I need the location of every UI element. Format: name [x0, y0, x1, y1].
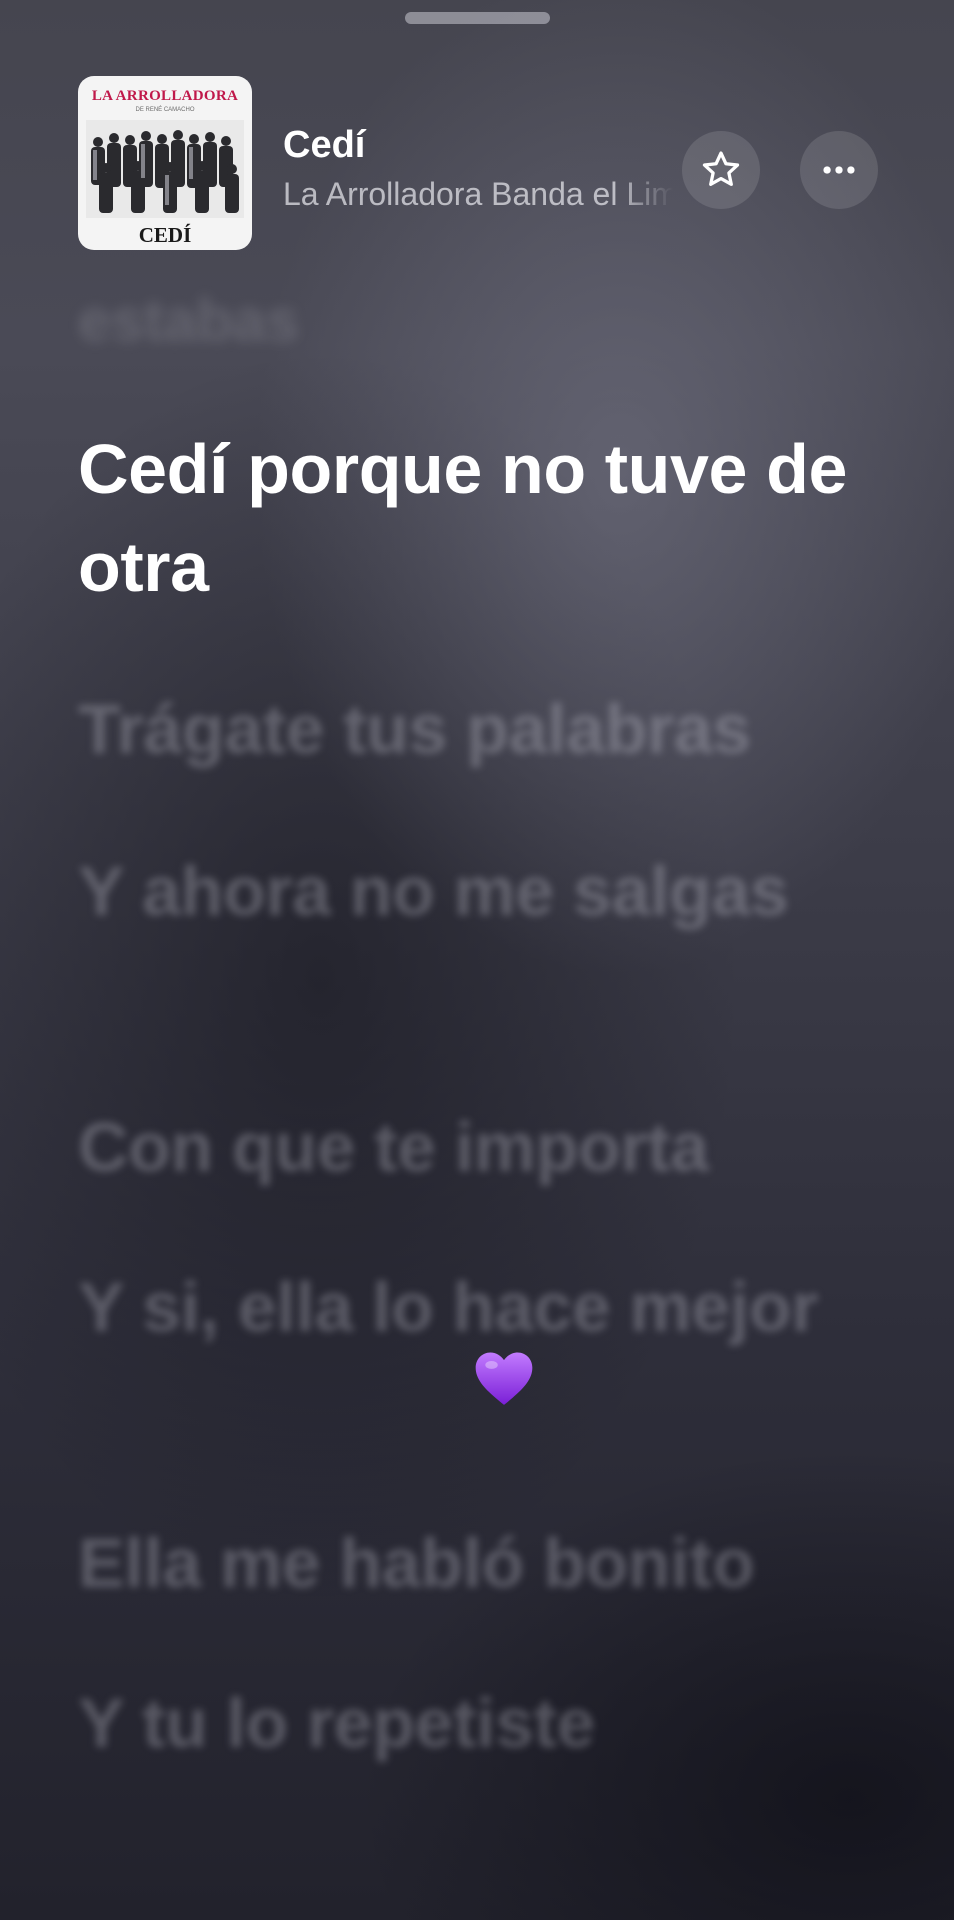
cover-subtitle-text: DE RENÉ CAMACHO	[135, 107, 195, 113]
cover-title-text: CEDÍ	[138, 223, 192, 247]
lyric-line[interactable]: Ella me habló bonito	[78, 1514, 878, 1612]
lyric-line-current[interactable]: Cedí porque no tuve de otra	[78, 420, 878, 616]
song-title[interactable]: Cedí	[283, 124, 365, 167]
lyric-line[interactable]: Trágate tus palabras	[78, 680, 878, 778]
star-icon	[702, 151, 740, 186]
favorite-button[interactable]	[682, 131, 760, 209]
lyric-line[interactable]: Y tu lo repetiste	[78, 1674, 878, 1772]
ellipsis-icon	[823, 166, 855, 174]
album-cover[interactable]: LA ARROLLADORA DE RENÉ CAMACHO CEDÍ	[78, 76, 252, 250]
purple-heart-icon	[475, 1352, 533, 1405]
now-playing-header: LA ARROLLADORA DE RENÉ CAMACHO CEDÍ Cedí…	[78, 76, 878, 250]
band-photo	[86, 120, 244, 218]
lyric-line-previous[interactable]: estabas	[78, 272, 878, 370]
lyric-line[interactable]: Y si, ella lo hace mejor	[78, 1258, 878, 1356]
artist-name[interactable]: La Arrolladora Banda el Limón de René Ca…	[283, 176, 673, 213]
sheet-grabber[interactable]	[405, 12, 550, 24]
cover-brand-text: LA ARROLLADORA	[91, 88, 239, 104]
more-options-button[interactable]	[800, 131, 878, 209]
lyric-line[interactable]: Con que te importa	[78, 1098, 878, 1196]
lyric-line[interactable]: Y ahora no me salgas	[78, 842, 878, 940]
